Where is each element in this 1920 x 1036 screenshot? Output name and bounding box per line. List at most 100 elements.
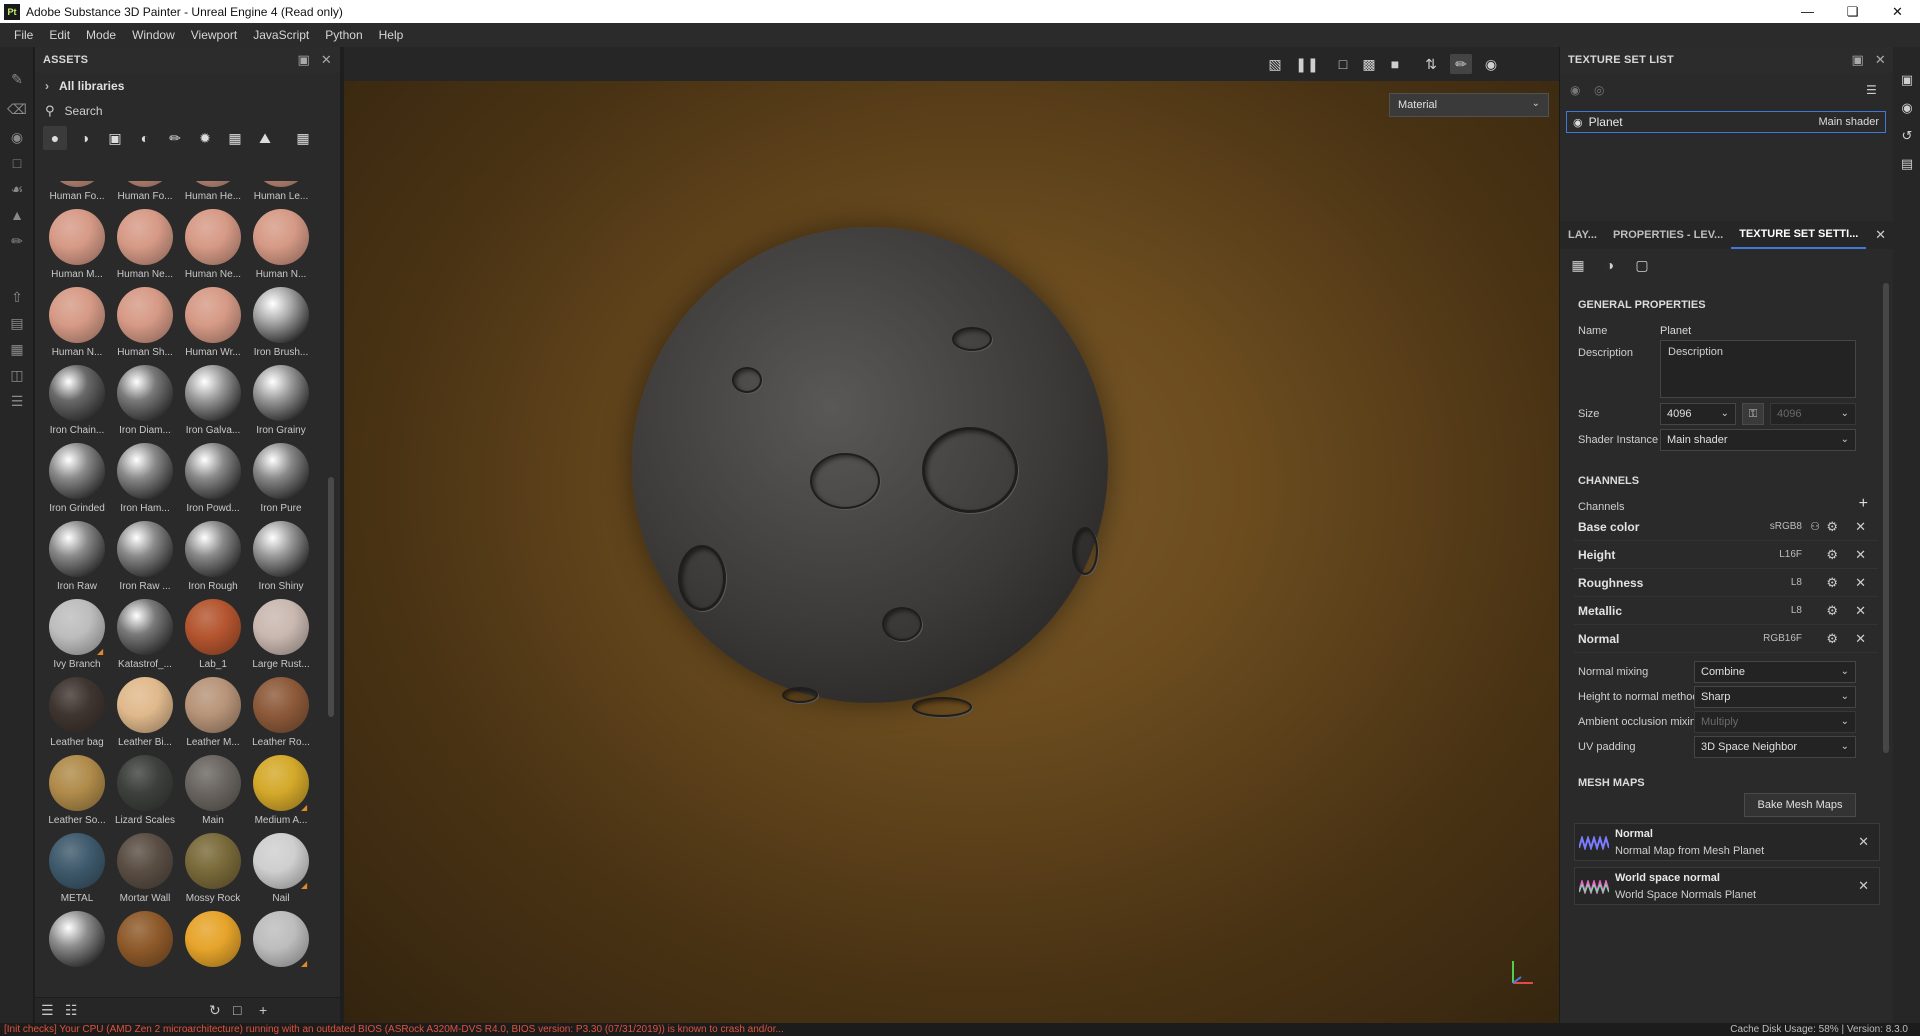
gear-icon[interactable]: ⚙: [1826, 631, 1838, 647]
asset-thumbnail[interactable]: Iron Rough: [179, 519, 247, 597]
polygon-fill-icon[interactable]: □: [7, 153, 27, 173]
brush-filter-icon[interactable]: ✏: [163, 126, 187, 150]
channel-format[interactable]: L8: [1791, 605, 1802, 616]
paint-brush-icon[interactable]: ✎: [7, 69, 27, 89]
description-field[interactable]: Description: [1660, 340, 1856, 398]
color-picker-icon[interactable]: ✏: [7, 231, 27, 251]
grid-view-icon[interactable]: ▦: [291, 126, 315, 150]
asset-thumbnail[interactable]: ◢ Ivy Branch: [43, 597, 111, 675]
menu-help[interactable]: Help: [371, 28, 412, 42]
eye-icon[interactable]: ◎: [1594, 83, 1604, 97]
texture-filter-icon[interactable]: ▦: [223, 126, 247, 150]
close-icon[interactable]: ✕: [1875, 0, 1920, 23]
asset-thumbnail[interactable]: ◢ Medium A...: [247, 753, 315, 831]
material-filter-icon[interactable]: ●: [43, 126, 67, 150]
asset-thumbnail[interactable]: Human Sh...: [111, 285, 179, 363]
material-mode-dropdown[interactable]: Material ⌄: [1389, 93, 1549, 117]
init-check-warning[interactable]: [Init checks] Your CPU (AMD Zen 2 microa…: [4, 1024, 784, 1035]
gear-icon[interactable]: ⚙: [1826, 575, 1838, 591]
assets-scrollbar[interactable]: [328, 477, 334, 717]
uv-icon[interactable]: ▢: [1632, 255, 1652, 275]
channel-row[interactable]: Base color sRGB8 ⚇ ⚙ ✕: [1574, 513, 1878, 541]
asset-thumbnail[interactable]: Mossy Rock: [179, 831, 247, 909]
asset-thumbnail[interactable]: Iron Shiny: [247, 519, 315, 597]
smudge-icon[interactable]: ☙: [7, 179, 27, 199]
asset-thumbnail[interactable]: Human Fo...: [111, 181, 179, 207]
alpha-filter-icon[interactable]: ✹: [193, 126, 217, 150]
asset-thumbnail[interactable]: Human N...: [247, 207, 315, 285]
projection-icon[interactable]: ◉: [7, 127, 27, 147]
asset-thumbnail[interactable]: Iron Grinded: [43, 441, 111, 519]
close-tab-icon[interactable]: ✕: [1875, 227, 1886, 243]
visibility-off-icon[interactable]: ◉: [1570, 83, 1580, 97]
remove-channel-icon[interactable]: ✕: [1855, 547, 1866, 563]
asset-thumbnail[interactable]: Human Ne...: [179, 207, 247, 285]
gear-icon[interactable]: ⚙: [1826, 519, 1838, 535]
channel-row[interactable]: Height L16F ⚙ ✕: [1574, 541, 1878, 569]
channel-format[interactable]: L16F: [1779, 549, 1802, 560]
menu-file[interactable]: File: [6, 28, 41, 42]
asset-thumbnail[interactable]: Human Fo...: [43, 181, 111, 207]
3d-view-icon[interactable]: ▩: [1358, 54, 1380, 74]
asset-thumbnail[interactable]: Iron Brush...: [247, 285, 315, 363]
menu-viewport[interactable]: Viewport: [183, 28, 245, 42]
name-value[interactable]: Planet: [1660, 325, 1691, 337]
channel-format[interactable]: sRGB8: [1770, 521, 1802, 532]
restore-icon[interactable]: ❏: [1830, 0, 1875, 23]
asset-thumbnail[interactable]: Leather M...: [179, 675, 247, 753]
color-profile-icon[interactable]: ⚇: [1810, 520, 1820, 533]
menu-python[interactable]: Python: [317, 28, 370, 42]
asset-thumbnail[interactable]: Leather So...: [43, 753, 111, 831]
add-icon[interactable]: +: [259, 1002, 267, 1018]
asset-thumbnail[interactable]: Iron Powd...: [179, 441, 247, 519]
asset-thumbnail[interactable]: Human Le...: [247, 181, 315, 207]
export-icon[interactable]: ⇧: [7, 287, 27, 307]
add-channel-icon[interactable]: +: [1859, 495, 1868, 513]
generator-filter-icon[interactable]: ◐: [133, 126, 157, 150]
refresh-icon[interactable]: ↻: [209, 1002, 221, 1019]
folder-icon[interactable]: □: [233, 1002, 241, 1018]
menu-edit[interactable]: Edit: [41, 28, 78, 42]
asset-thumbnail[interactable]: Human Wr...: [179, 285, 247, 363]
shader-settings-icon[interactable]: ◉: [1898, 99, 1916, 117]
remove-channel-icon[interactable]: ✕: [1855, 603, 1866, 619]
planet-mesh[interactable]: [632, 227, 1108, 717]
menu-icon[interactable]: ☰: [1866, 83, 1877, 97]
asset-thumbnail[interactable]: Leather Ro...: [247, 675, 315, 753]
clone-stamp-icon[interactable]: ▲: [7, 205, 27, 225]
remove-icon[interactable]: ✕: [1858, 834, 1869, 850]
mask-filter-icon[interactable]: ▣: [103, 126, 127, 150]
asset-thumbnail[interactable]: Katastrof_...: [111, 597, 179, 675]
history-icon[interactable]: ↺: [1898, 127, 1916, 145]
texture-set-icon[interactable]: ▦: [1568, 255, 1588, 275]
menu-javascript[interactable]: JavaScript: [245, 28, 317, 42]
channel-format[interactable]: RGB16F: [1763, 633, 1802, 644]
size-dropdown[interactable]: 4096 ⌄: [1660, 403, 1736, 425]
bake-mesh-maps-button[interactable]: Bake Mesh Maps: [1744, 793, 1856, 817]
asset-thumbnail[interactable]: Iron Chain...: [43, 363, 111, 441]
gear-icon[interactable]: ⚙: [1826, 547, 1838, 563]
asset-thumbnail[interactable]: Human N...: [43, 285, 111, 363]
mesh-map-normal[interactable]: Normal Normal Map from Mesh Planet ✕: [1574, 823, 1880, 861]
assets-search[interactable]: ⚲ Search: [35, 99, 340, 123]
asset-thumbnail[interactable]: Iron Diam...: [111, 363, 179, 441]
tab-properties[interactable]: PROPERTIES - LEV...: [1605, 221, 1731, 249]
display-settings-icon[interactable]: ▣: [1898, 71, 1916, 89]
channel-row[interactable]: Normal RGB16F ⚙ ✕: [1574, 625, 1878, 653]
eraser-icon[interactable]: ⌫: [7, 99, 27, 119]
remove-channel-icon[interactable]: ✕: [1855, 575, 1866, 591]
minimize-icon[interactable]: —: [1785, 0, 1830, 23]
remove-channel-icon[interactable]: ✕: [1855, 631, 1866, 647]
float-panel-icon[interactable]: ▣: [298, 52, 310, 68]
pause-icon[interactable]: ❚❚: [1295, 54, 1318, 74]
mesh-icon[interactable]: ▦: [7, 339, 27, 359]
asset-thumbnail[interactable]: Human Ne...: [111, 207, 179, 285]
menu-window[interactable]: Window: [124, 28, 183, 42]
uv-padding-dropdown[interactable]: 3D Space Neighbor ⌄: [1694, 736, 1856, 758]
remove-icon[interactable]: ✕: [1858, 878, 1869, 894]
close-panel-icon[interactable]: ✕: [321, 52, 332, 68]
layers-stack-icon[interactable]: ☰: [7, 391, 27, 411]
eye-icon[interactable]: ◉: [1573, 116, 1583, 129]
asset-thumbnail[interactable]: Lab_1: [179, 597, 247, 675]
asset-thumbnail[interactable]: Lizard Scales: [111, 753, 179, 831]
